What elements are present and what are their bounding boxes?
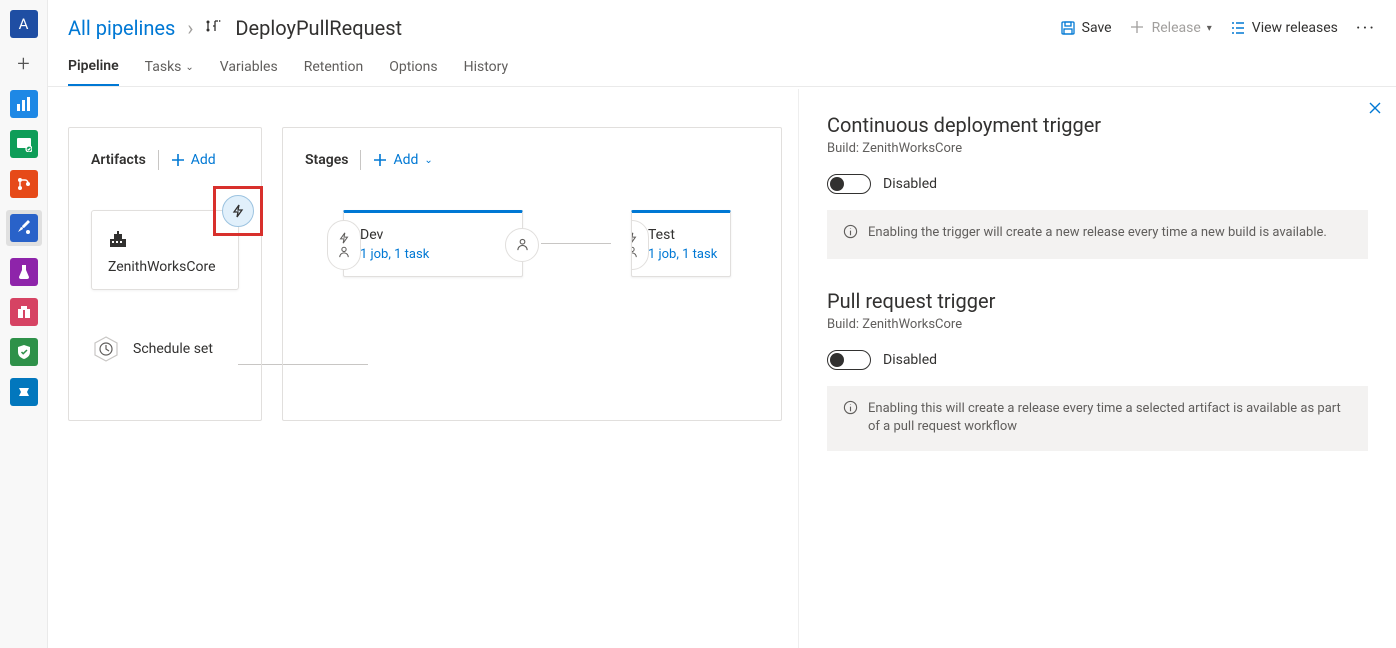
repos-icon[interactable] — [10, 170, 38, 198]
cd-trigger-toggle[interactable] — [827, 174, 871, 194]
stage-jobs-link[interactable]: 1 job, 1 task — [648, 247, 714, 262]
pr-trigger-title: Pull request trigger — [827, 289, 1368, 313]
add-artifact-label: Add — [191, 152, 216, 168]
divider — [360, 150, 361, 170]
stage-name: Dev — [360, 227, 506, 243]
view-releases-button[interactable]: View releases — [1230, 20, 1338, 36]
tabs: Pipeline Tasks ⌄ Variables Retention Opt… — [48, 48, 1396, 87]
save-button[interactable]: Save — [1060, 20, 1112, 36]
stage-name: Test — [648, 227, 714, 243]
header: All pipelines › DeployPullRequest Save R… — [48, 0, 1396, 48]
chevron-down-icon: ⌄ — [185, 62, 193, 73]
more-actions-button[interactable]: ··· — [1356, 18, 1376, 39]
artifacts-panel: Artifacts Add ZenithWorksCore — [68, 127, 262, 421]
schedule-icon — [91, 334, 121, 364]
nav-rail: A + — [0, 0, 48, 648]
extensions-icon[interactable] — [10, 378, 38, 406]
tab-retention[interactable]: Retention — [304, 48, 364, 86]
breadcrumb: All pipelines › DeployPullRequest — [68, 16, 402, 40]
stage-card-test[interactable]: Test 1 job, 1 task — [631, 210, 731, 277]
artifacts-header: Artifacts — [91, 152, 146, 168]
add-stage-label: Add — [393, 152, 418, 168]
stages-panel: Stages Add ⌄ Dev 1 job, 1 — [282, 127, 782, 421]
trigger-flyout: Continuous deployment trigger Build: Zen… — [798, 89, 1396, 648]
tab-variables[interactable]: Variables — [220, 48, 278, 86]
breadcrumb-root[interactable]: All pipelines — [68, 16, 175, 40]
pr-trigger-info-text: Enabling this will create a release ever… — [868, 400, 1352, 436]
stages-header: Stages — [305, 152, 348, 168]
info-icon — [843, 400, 858, 436]
add-stage-button[interactable]: Add ⌄ — [373, 152, 432, 168]
pr-trigger-state: Disabled — [883, 352, 937, 368]
save-label: Save — [1082, 20, 1112, 36]
pr-trigger-info: Enabling this will create a release ever… — [827, 386, 1368, 450]
pr-trigger-sub: Build: ZenithWorksCore — [827, 317, 1368, 332]
build-icon — [108, 231, 222, 253]
add-icon[interactable]: + — [10, 50, 38, 78]
artifact-trigger-button[interactable] — [222, 195, 254, 227]
pipelines-nav-selected — [6, 210, 42, 246]
schedule-row[interactable]: Schedule set — [91, 334, 239, 364]
cd-trigger-info-text: Enabling the trigger will create a new r… — [868, 224, 1327, 245]
stage-jobs-link[interactable]: 1 job, 1 task — [360, 247, 506, 262]
tab-tasks[interactable]: Tasks ⌄ — [145, 48, 194, 86]
save-icon — [1060, 20, 1076, 36]
schedule-label: Schedule set — [133, 341, 213, 357]
project-tile[interactable]: A — [10, 10, 38, 38]
test-plans-icon[interactable] — [10, 258, 38, 286]
tab-tasks-label: Tasks — [145, 59, 182, 75]
pipelines-icon[interactable] — [10, 214, 38, 242]
breadcrumb-current: DeployPullRequest — [235, 16, 402, 40]
add-artifact-button[interactable]: Add — [171, 152, 216, 168]
list-icon — [1230, 20, 1246, 36]
pipeline-type-icon — [205, 16, 223, 40]
cd-trigger-title: Continuous deployment trigger — [827, 113, 1368, 137]
artifacts-nav-icon[interactable] — [10, 298, 38, 326]
close-button[interactable] — [1368, 101, 1382, 119]
stage-pre-conditions[interactable] — [327, 220, 361, 270]
tab-history[interactable]: History — [464, 48, 509, 86]
stage-post-conditions[interactable] — [505, 228, 539, 262]
tab-options[interactable]: Options — [389, 48, 437, 86]
pr-trigger-toggle[interactable] — [827, 350, 871, 370]
cd-trigger-state: Disabled — [883, 176, 937, 192]
boards-icon[interactable] — [10, 130, 38, 158]
view-releases-label: View releases — [1252, 20, 1338, 36]
chevron-right-icon: › — [187, 16, 193, 40]
tab-pipeline[interactable]: Pipeline — [68, 48, 119, 86]
overview-icon[interactable] — [10, 90, 38, 118]
connector-line — [541, 243, 611, 244]
chevron-down-icon: ▾ — [1207, 23, 1212, 34]
cd-trigger-info: Enabling the trigger will create a new r… — [827, 210, 1368, 259]
divider — [158, 150, 159, 170]
artifact-name: ZenithWorksCore — [108, 259, 222, 275]
artifact-card[interactable]: ZenithWorksCore — [91, 210, 239, 290]
security-icon[interactable] — [10, 338, 38, 366]
info-icon — [843, 224, 858, 245]
release-button: Release ▾ — [1130, 20, 1212, 36]
cd-trigger-sub: Build: ZenithWorksCore — [827, 141, 1368, 156]
stage-card-dev[interactable]: Dev 1 job, 1 task — [343, 210, 523, 277]
release-label: Release — [1152, 20, 1201, 36]
chevron-down-icon: ⌄ — [424, 155, 432, 166]
plus-icon — [1130, 20, 1146, 36]
